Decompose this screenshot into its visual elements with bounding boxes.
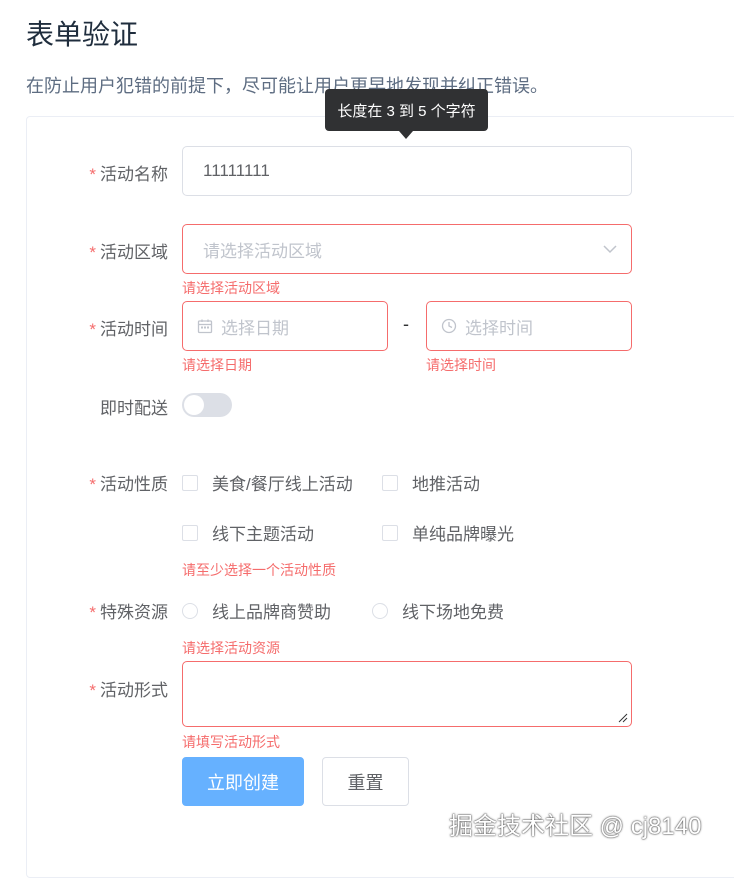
- date-picker[interactable]: 选择日期: [182, 301, 388, 351]
- time-error: 请选择时间: [426, 357, 496, 373]
- clock-icon: [441, 318, 457, 334]
- region-label: * 活动区域: [89, 243, 168, 262]
- desc-textarea[interactable]: [182, 661, 632, 727]
- type-checkbox-1[interactable]: 美食/餐厅线上活动: [182, 470, 353, 495]
- resource-radio-2[interactable]: 线下场地免费: [372, 598, 504, 623]
- date-error: 请选择日期: [182, 357, 252, 373]
- resource-error: 请选择活动资源: [182, 640, 280, 656]
- type-checkbox-4[interactable]: 单纯品牌曝光: [382, 520, 514, 545]
- checkbox-box[interactable]: [182, 524, 198, 541]
- name-input[interactable]: 11111111: [182, 146, 632, 196]
- resource-radio-1[interactable]: 线上品牌商赞助: [182, 598, 331, 623]
- checkbox-box[interactable]: [382, 474, 398, 491]
- name-input-value: 11111111: [203, 161, 270, 180]
- name-label: * 活动名称: [89, 165, 168, 184]
- time-picker[interactable]: 选择时间: [426, 301, 632, 351]
- page-title: 表单验证: [26, 19, 139, 50]
- type-checkbox-2[interactable]: 地推活动: [382, 470, 480, 495]
- desc-label: * 活动形式: [89, 681, 168, 700]
- checkbox-box[interactable]: [382, 524, 398, 541]
- tooltip-arrow: [399, 131, 413, 139]
- type-label: * 活动性质: [89, 475, 168, 494]
- radio-dot[interactable]: [182, 602, 198, 619]
- chevron-down-icon[interactable]: [603, 244, 631, 254]
- region-error: 请选择活动区域: [182, 280, 280, 296]
- watermark: 掘金技术社区 @ cj8140: [449, 813, 702, 840]
- calendar-icon: [197, 318, 213, 334]
- type-error: 请至少选择一个活动性质: [182, 562, 336, 578]
- region-select[interactable]: 请选择活动区域: [182, 224, 632, 274]
- checkbox-box[interactable]: [182, 474, 198, 491]
- time-separator: -: [403, 314, 409, 334]
- submit-button[interactable]: 立即创建: [182, 757, 304, 806]
- date-placeholder: 选择日期: [221, 318, 289, 338]
- delivery-switch[interactable]: [182, 393, 232, 417]
- time-label: * 活动时间: [89, 320, 168, 339]
- resource-label: * 特殊资源: [89, 603, 168, 622]
- region-select-placeholder: 请选择活动区域: [203, 241, 322, 261]
- resize-handle-icon[interactable]: [618, 713, 628, 723]
- length-tooltip: 长度在 3 到 5 个字符: [325, 89, 488, 131]
- type-checkbox-3[interactable]: 线下主题活动: [182, 520, 314, 545]
- desc-error: 请填写活动形式: [182, 734, 280, 750]
- reset-button[interactable]: 重置: [322, 757, 409, 806]
- time-placeholder: 选择时间: [465, 318, 533, 338]
- delivery-label: 即时配送: [100, 399, 168, 418]
- radio-dot[interactable]: [372, 602, 388, 619]
- switch-knob: [184, 395, 204, 415]
